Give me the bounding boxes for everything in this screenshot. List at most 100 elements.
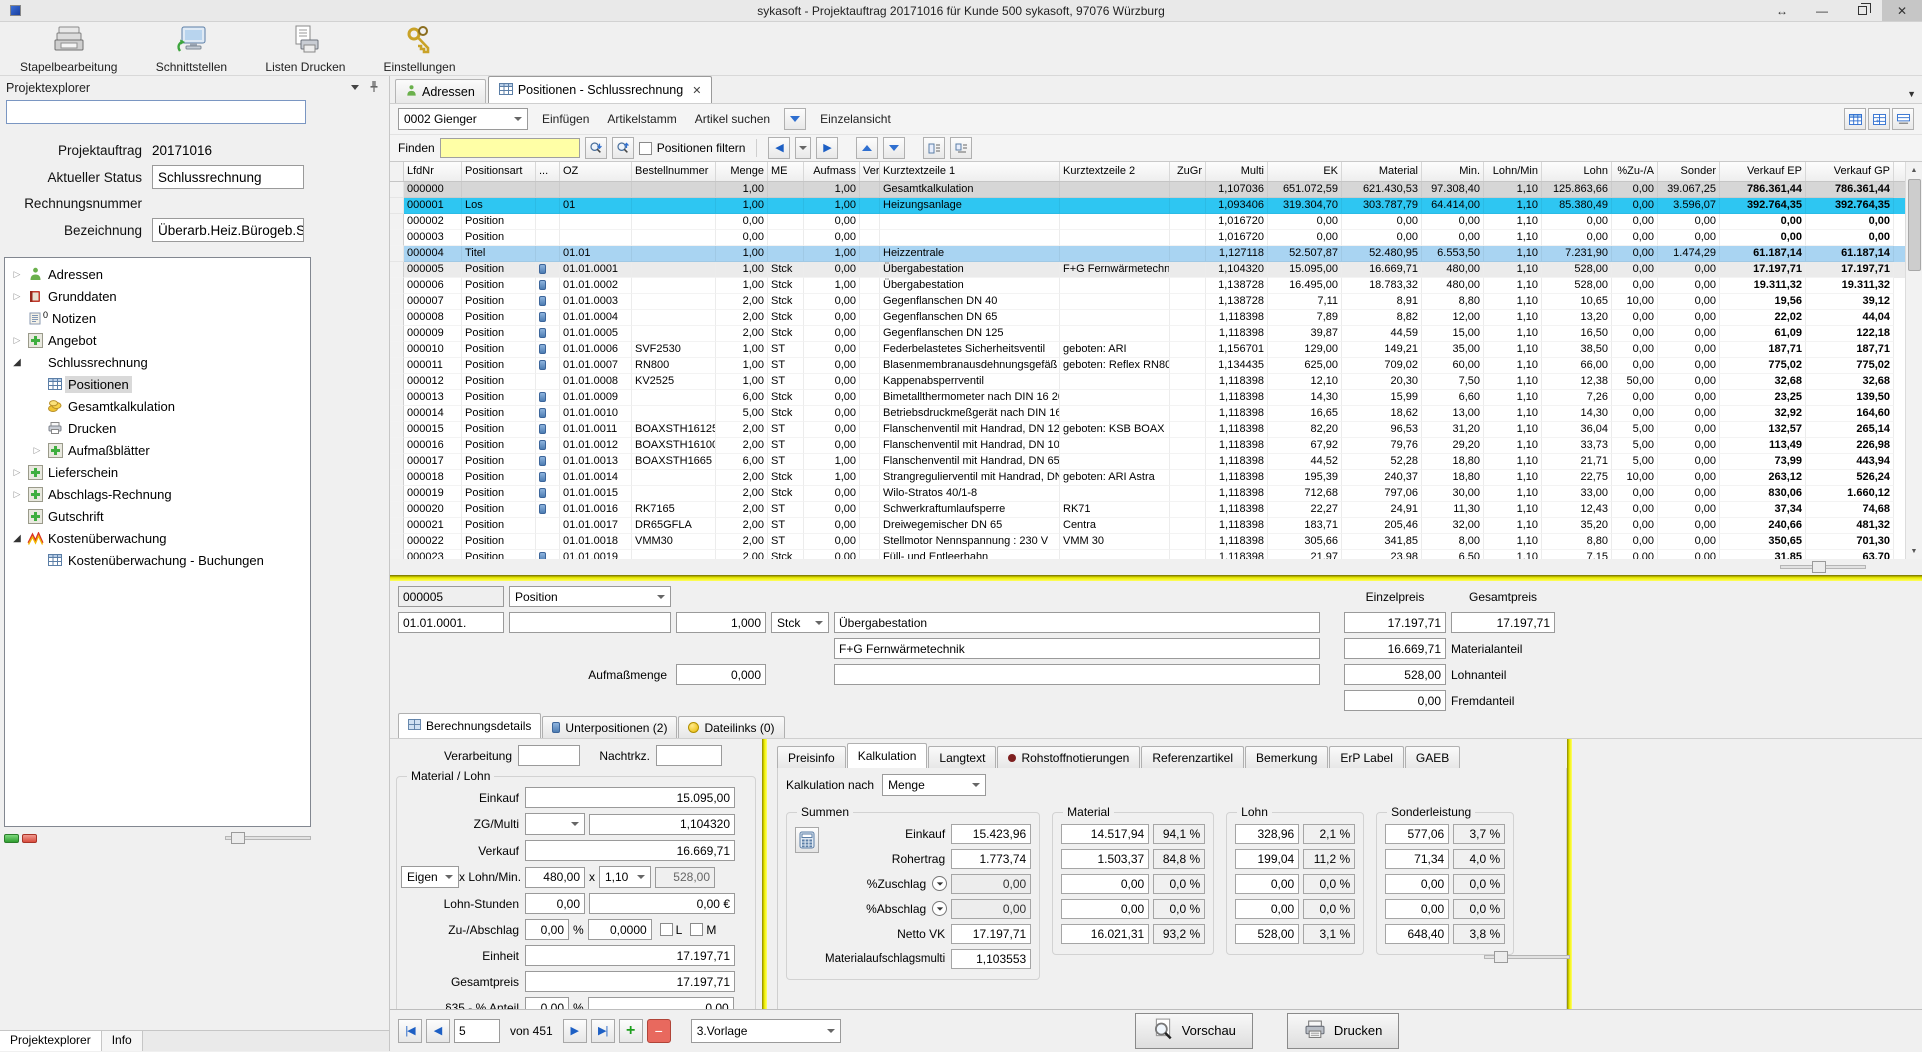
l-checkbox[interactable]	[660, 923, 673, 936]
grid-header-6[interactable]: ME	[768, 162, 804, 181]
grid-header-12[interactable]: Multi	[1206, 162, 1268, 181]
remove-icon[interactable]	[22, 834, 37, 843]
grid-header-10[interactable]: Kurztextzeile 2	[1060, 162, 1170, 181]
table-row[interactable]: 000013Position01.01.00096,00Stck0,00Bime…	[390, 390, 1905, 406]
kurztext2-field[interactable]: F+G Fernwärmetechnik	[834, 638, 1320, 659]
table-row[interactable]: 0000001,001,00Gesamtkalkulation1,1070366…	[390, 182, 1905, 198]
tab-preisinfo[interactable]: Preisinfo	[777, 746, 846, 768]
last-record-button[interactable]: ▶|	[591, 1019, 615, 1043]
table-row[interactable]: 000004Titel01.011,001,00Heizzentrale1,12…	[390, 246, 1905, 262]
gesamtpreis-field[interactable]: 17.197,71	[1451, 612, 1555, 633]
kalk-pct[interactable]: 2,1 %	[1303, 824, 1355, 844]
p35-pct-field[interactable]: 0,00	[525, 997, 569, 1009]
tree-expander-icon[interactable]: ▷	[9, 335, 25, 346]
kalkulation-nach-combo[interactable]: Menge	[882, 774, 986, 796]
tabstrip-overflow-icon[interactable]: ▼	[1907, 89, 1914, 99]
verkauf-field[interactable]: 16.669,71	[525, 840, 735, 861]
kalk-pct[interactable]: 3,1 %	[1303, 924, 1355, 944]
kalk-value[interactable]: 0,00	[1385, 874, 1449, 894]
kalk-value[interactable]: 16.021,31	[1061, 924, 1149, 944]
kalk-value[interactable]: 528,00	[1235, 924, 1299, 944]
table-row[interactable]: 000010Position01.01.0006SVF25301,00ST0,0…	[390, 342, 1905, 358]
grid-header-19[interactable]: Sonder	[1658, 162, 1720, 181]
kalk-value[interactable]: 199,04	[1235, 849, 1299, 869]
search-up-button[interactable]	[612, 137, 634, 159]
search-dropdown-button[interactable]	[784, 108, 806, 130]
grid-vscrollbar[interactable]: ▲ ▼	[1905, 162, 1922, 559]
dropdown-circle-icon[interactable]	[932, 876, 947, 891]
nachtrkz-field[interactable]	[656, 745, 722, 766]
oz-field[interactable]: 01.01.0001.	[398, 612, 504, 633]
tree-item[interactable]: Kostenüberwachung - Buchungen	[5, 549, 310, 571]
minimize-button[interactable]: —	[1802, 0, 1842, 21]
lohnart-combo[interactable]: Eigen	[401, 866, 459, 888]
table-row[interactable]: 000015Position01.01.0011BOAXSTH161252,00…	[390, 422, 1905, 438]
outline-expand-button[interactable]	[950, 137, 972, 159]
grid-header-3[interactable]: OZ	[560, 162, 632, 181]
table-row[interactable]: 000002Position0,000,001,0167200,000,000,…	[390, 214, 1905, 230]
grid-header-1[interactable]: Positionsart	[462, 162, 536, 181]
p35-field[interactable]: 0,00	[588, 997, 734, 1009]
tab-referenzartikel[interactable]: Referenzartikel	[1141, 746, 1244, 768]
tree-item[interactable]: 0Notizen	[5, 307, 310, 329]
zgmulti-field[interactable]: 1,104320	[589, 814, 735, 835]
vorschau-button[interactable]: Vorschau	[1135, 1013, 1253, 1049]
lohnfaktor-combo[interactable]: 1,10	[599, 866, 651, 888]
tree-expander-icon[interactable]: ◢	[9, 357, 25, 368]
grid-header-2[interactable]: ...	[536, 162, 560, 181]
search-down-button[interactable]	[585, 137, 607, 159]
grid-header-21[interactable]: Verkauf GP	[1806, 162, 1894, 181]
grid-header-8[interactable]: Ver.	[860, 162, 880, 181]
table-row[interactable]: 000014Position01.01.00105,00Stck0,00Betr…	[390, 406, 1905, 422]
bestellnummer-field[interactable]	[509, 612, 671, 633]
kurztext1-field[interactable]: Übergabestation	[834, 612, 1320, 633]
kalk-pct[interactable]: 3,8 %	[1453, 924, 1505, 944]
grid-header-15[interactable]: Min.	[1422, 162, 1484, 181]
tree-item[interactable]: ▷Angebot	[5, 329, 310, 351]
view-grid-3-button[interactable]	[1892, 108, 1914, 130]
tree-item[interactable]: ▷Abschlags-Rechnung	[5, 483, 310, 505]
table-row[interactable]: 000023Position01.01.00192,00Stck0,00Füll…	[390, 550, 1905, 559]
grid-header-16[interactable]: Lohn/Min	[1484, 162, 1542, 181]
grid-header-4[interactable]: Bestellnummer	[632, 162, 716, 181]
grid-header-7[interactable]: Aufmass	[804, 162, 860, 181]
kalk-pct[interactable]: 0,0 %	[1153, 874, 1205, 894]
kalk-summen-value[interactable]: 17.197,71	[951, 924, 1031, 944]
tab-berechnungsdetails[interactable]: Berechnungsdetails	[398, 713, 541, 738]
fremdanteil-field[interactable]: 0,00	[1344, 690, 1446, 711]
pin-icon[interactable]	[369, 80, 379, 96]
nav-next-button[interactable]: ▶	[816, 137, 838, 159]
move-down-button[interactable]	[883, 137, 905, 159]
table-row[interactable]: 000022Position01.01.0018VMM302,00ST0,00S…	[390, 534, 1905, 550]
zuabschlag-field[interactable]: 0,0000	[588, 919, 652, 940]
next-record-button[interactable]: ▶	[563, 1019, 587, 1043]
lohnmin-field[interactable]: 480,00	[525, 867, 585, 888]
tree-expander-icon[interactable]: ▷	[29, 445, 45, 456]
kalk-value[interactable]: 71,34	[1385, 849, 1449, 869]
verarbeitung-field[interactable]	[518, 745, 580, 766]
kalk-pct[interactable]: 3,7 %	[1453, 824, 1505, 844]
grid-header-11[interactable]: ZuGr	[1170, 162, 1206, 181]
status-field[interactable]: Schlussrechnung	[152, 165, 304, 189]
tree-item[interactable]: Gesamtkalkulation	[5, 395, 310, 417]
tab-rohstoffnotierungen[interactable]: Rohstoffnotierungen	[997, 746, 1140, 768]
einfuegen-button[interactable]: Einfügen	[538, 110, 593, 128]
einstellungen-button[interactable]: Einstellungen	[371, 23, 467, 75]
tab-positionen-schlussrechnung[interactable]: Positionen - Schlussrechnung ✕	[488, 76, 713, 103]
lohnstunden-field[interactable]: 0,00	[525, 893, 585, 914]
kalk-value[interactable]: 1.503,37	[1061, 849, 1149, 869]
tree-item[interactable]: ◢Schlussrechnung	[5, 351, 310, 373]
outline-collapse-button[interactable]	[923, 137, 945, 159]
tree-item[interactable]: ▷Grunddaten	[5, 285, 310, 307]
move-up-button[interactable]	[856, 137, 878, 159]
grid-header-5[interactable]: Menge	[716, 162, 768, 181]
zuabschlag-pct-field[interactable]: 0,00	[525, 919, 569, 940]
table-row[interactable]: 000008Position01.01.00042,00Stck0,00Gege…	[390, 310, 1905, 326]
grid-header-18[interactable]: %Zu-/A	[1612, 162, 1658, 181]
table-row[interactable]: 000017Position01.01.0013BOAXSTH16656,00S…	[390, 454, 1905, 470]
customer-combo[interactable]: 0002 Gienger	[398, 108, 528, 130]
kalk-pct[interactable]: 4,0 %	[1453, 849, 1505, 869]
table-row[interactable]: 000012Position01.01.0008KV25251,00ST0,00…	[390, 374, 1905, 390]
tree-item[interactable]: ▷Aufmaßblätter	[5, 439, 310, 461]
materialanteil-field[interactable]: 16.669,71	[1344, 638, 1446, 659]
